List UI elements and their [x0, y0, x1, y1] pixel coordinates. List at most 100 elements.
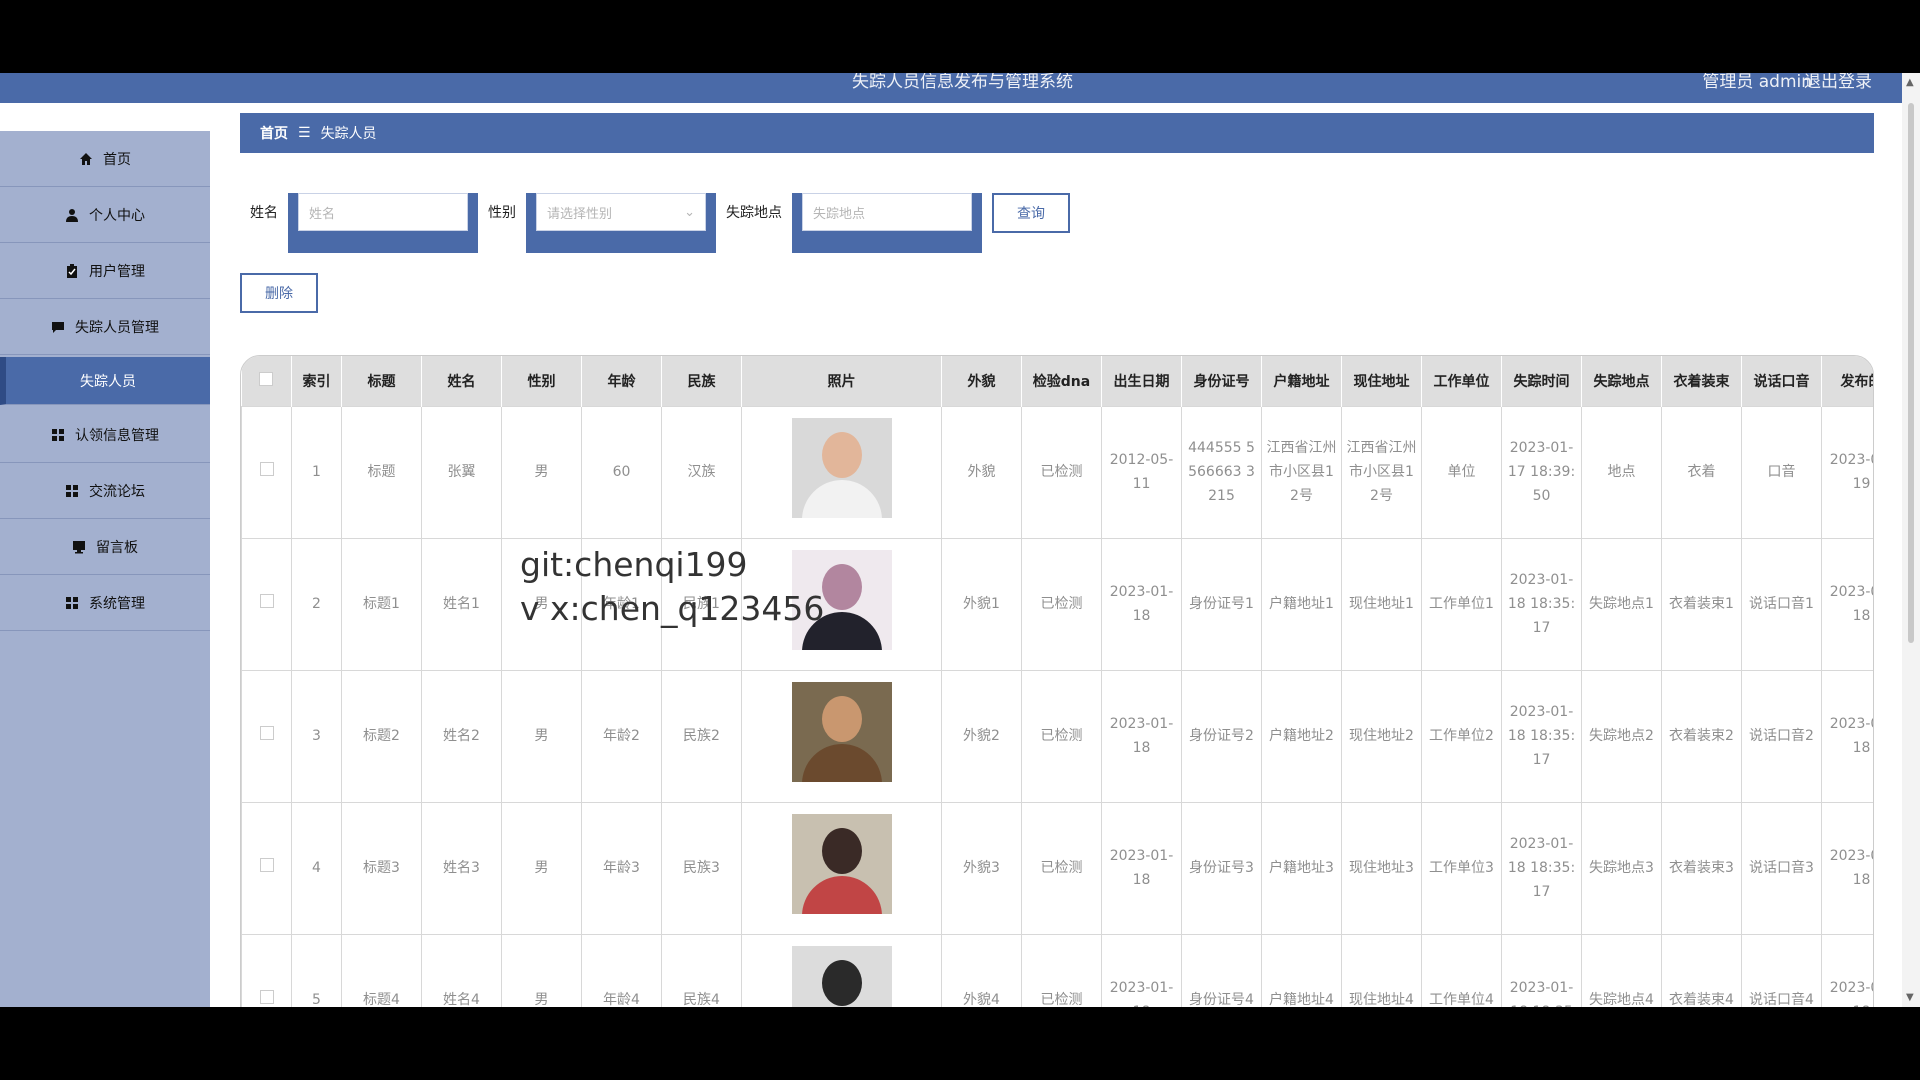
table-cell: 标题4: [341, 933, 422, 1007]
table-cell: 2023-01-18: [1101, 669, 1182, 803]
grid-icon: [51, 428, 65, 442]
table-cell: 男: [501, 801, 582, 935]
column-header[interactable]: 索引: [291, 356, 342, 406]
gender-select[interactable]: 请选择性别 ⌄: [536, 193, 706, 231]
column-header[interactable]: 工作单位: [1421, 356, 1502, 406]
location-input[interactable]: 失踪地点: [802, 193, 972, 231]
column-header[interactable]: 现住地址: [1341, 356, 1422, 406]
table-cell: 失踪地点1: [1581, 537, 1662, 671]
table-cell: 2023-01-18: [1101, 537, 1182, 671]
gender-field-wrap: 请选择性别 ⌄: [526, 193, 716, 253]
table-cell: 已检测: [1021, 933, 1102, 1007]
table-cell: 4: [291, 801, 342, 935]
row-checkbox[interactable]: [241, 405, 292, 539]
column-header[interactable]: 身份证号: [1181, 356, 1262, 406]
location-label: 失踪地点: [726, 205, 782, 221]
column-header[interactable]: 年龄: [581, 356, 662, 406]
row-checkbox[interactable]: [241, 537, 292, 671]
photo-cell: [741, 405, 942, 539]
user-icon: [65, 208, 79, 222]
scroll-down-icon[interactable]: ▼: [1906, 992, 1914, 1003]
breadcrumb-home[interactable]: 首页: [260, 123, 288, 143]
table-cell: 2012-05-11: [1101, 405, 1182, 539]
table-cell: 单位: [1421, 405, 1502, 539]
column-header[interactable]: 姓名: [421, 356, 502, 406]
sidebar-item-personal-center[interactable]: 个人中心: [0, 187, 210, 243]
photo-cell: [741, 933, 942, 1007]
sidebar-item-home[interactable]: 首页: [0, 131, 210, 187]
sidebar-item-claim-management[interactable]: 认领信息管理: [0, 407, 210, 463]
table-cell: 标题2: [341, 669, 422, 803]
person-photo: [791, 682, 892, 782]
table-cell: 民族4: [661, 933, 742, 1007]
table-cell: 2023-01-18 18:35: [1501, 933, 1582, 1007]
table-cell: 姓名1: [421, 537, 502, 671]
column-header[interactable]: 发布的: [1821, 356, 1873, 406]
location-field-wrap: 失踪地点: [792, 193, 982, 253]
table-cell: 身份证号4: [1181, 933, 1262, 1007]
table-cell: 外貌1: [941, 537, 1022, 671]
row-checkbox[interactable]: [241, 669, 292, 803]
breadcrumb-current: 失踪人员: [320, 126, 377, 142]
watermark-line: v x:chen_q123456: [520, 589, 825, 628]
column-header[interactable]: 户籍地址: [1261, 356, 1342, 406]
person-photo: [791, 814, 892, 914]
select-all-checkbox[interactable]: [241, 356, 292, 406]
sidebar-item-user-management[interactable]: 用户管理: [0, 243, 210, 299]
column-header[interactable]: 外貌: [941, 356, 1022, 406]
table-cell: 2023-01-18: [1101, 801, 1182, 935]
table-cell: 2023-01-17 18:39:50: [1501, 405, 1582, 539]
column-header[interactable]: 民族: [661, 356, 742, 406]
column-header[interactable]: 照片: [741, 356, 942, 406]
table-cell: 汉族: [661, 405, 742, 539]
sidebar-item-forum[interactable]: 交流论坛: [0, 463, 210, 519]
column-header[interactable]: 衣着装束: [1661, 356, 1742, 406]
table-row: 2 标题1 姓名1 男年龄1 民族1 外貌1 已检测 2023-01-18 身份证号1 户籍地址1…: [241, 537, 1873, 671]
column-header[interactable]: 出生日期: [1101, 356, 1182, 406]
logout-link[interactable]: 退出登录: [1804, 73, 1872, 92]
sidebar-item-label: 失踪人员管理: [75, 319, 159, 336]
watermark-text: git:chenqi199 v x:chen_q123456: [520, 543, 824, 631]
query-button[interactable]: 查询: [992, 193, 1070, 233]
sidebar-item-missing-management[interactable]: 失踪人员管理: [0, 299, 210, 355]
column-header[interactable]: 标题: [341, 356, 422, 406]
column-header[interactable]: 失踪时间: [1501, 356, 1582, 406]
column-header[interactable]: 性别: [501, 356, 582, 406]
name-field-wrap: 姓名: [288, 193, 478, 253]
scroll-up-icon[interactable]: ▲: [1906, 77, 1914, 88]
table-cell: 口音: [1741, 405, 1822, 539]
scrollbar[interactable]: ▲ ▼: [1902, 73, 1920, 1007]
table-cell: 外貌4: [941, 933, 1022, 1007]
table-cell: 60: [581, 405, 662, 539]
table-cell: 民族3: [661, 801, 742, 935]
table-row: 1 标题 张翼男 60 汉族 外貌 已检测 2012-05-11 444555 5566663 …: [241, 405, 1873, 539]
chat-icon: [51, 320, 65, 334]
table-cell: 失踪地点4: [1581, 933, 1662, 1007]
breadcrumb: 首页 ☰ 失踪人员: [240, 113, 1874, 153]
table-cell: 户籍地址2: [1261, 669, 1342, 803]
home-icon: [79, 152, 93, 166]
scrollbar-thumb[interactable]: [1908, 103, 1914, 643]
sidebar-item-system-management[interactable]: 系统管理: [0, 575, 210, 631]
delete-button[interactable]: 删除: [240, 273, 318, 313]
sidebar: 首页 个人中心 用户管理 失踪人员管理 失踪人员 认领信息管理 交流论坛 留言板…: [0, 131, 210, 1007]
sidebar-item-label: 认领信息管理: [75, 427, 159, 444]
sidebar-item-label: 首页: [103, 151, 131, 168]
table-cell: 2023-01-18: [1821, 933, 1873, 1007]
table-cell: 工作单位3: [1421, 801, 1502, 935]
row-checkbox[interactable]: [241, 801, 292, 935]
table-cell: 2023-01-18: [1821, 537, 1873, 671]
column-header[interactable]: 说话口音: [1741, 356, 1822, 406]
table-cell: 失踪地点3: [1581, 801, 1662, 935]
table-cell: 标题: [341, 405, 422, 539]
sidebar-item-message-board[interactable]: 留言板: [0, 519, 210, 575]
sidebar-item-missing-persons[interactable]: 失踪人员: [0, 357, 210, 405]
photo-cell: [741, 801, 942, 935]
table-cell: 户籍地址4: [1261, 933, 1342, 1007]
column-header[interactable]: 检验dna: [1021, 356, 1102, 406]
table-cell: 张翼: [421, 405, 502, 539]
row-checkbox[interactable]: [241, 933, 292, 1007]
name-input[interactable]: 姓名: [298, 193, 468, 231]
table-cell: 2023-01-18: [1101, 933, 1182, 1007]
column-header[interactable]: 失踪地点: [1581, 356, 1662, 406]
